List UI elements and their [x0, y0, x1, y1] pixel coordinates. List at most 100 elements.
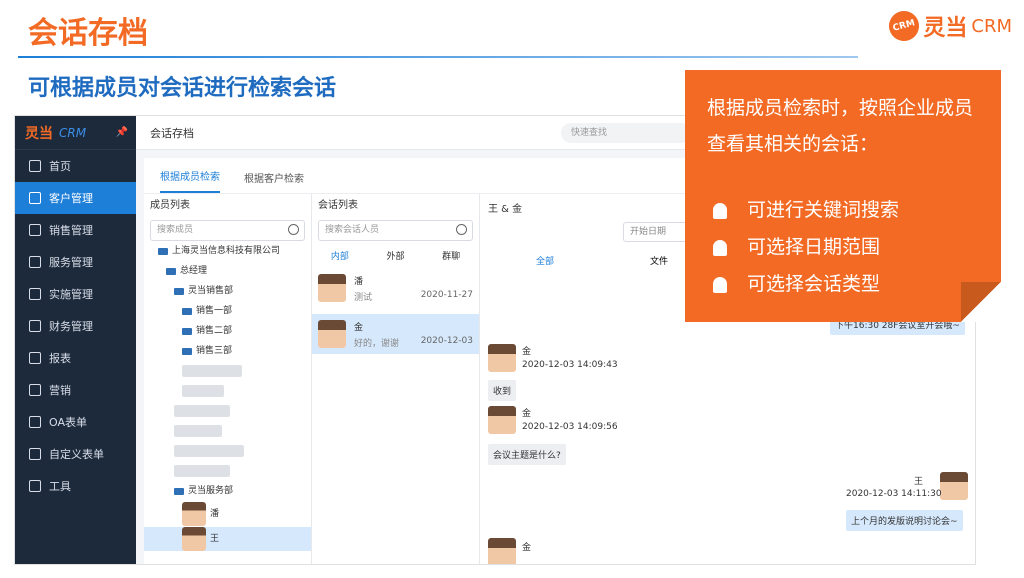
- message-sender: 金: [522, 409, 532, 419]
- document-icon: [29, 224, 41, 236]
- form-icon: [29, 416, 41, 428]
- tree-node-service-dept[interactable]: 灵当服务部: [144, 481, 311, 501]
- sidebar-item-custom-form[interactable]: 自定义表单: [15, 438, 136, 470]
- avatar: [940, 472, 968, 500]
- redacted-block: [182, 365, 242, 377]
- logo-text: 灵当: [923, 16, 968, 41]
- quick-search-input[interactable]: 快速查找: [561, 123, 691, 143]
- conversation-search-input[interactable]: 搜索会话人员: [318, 220, 473, 241]
- search-icon[interactable]: [288, 224, 299, 235]
- sidebar-item-customer[interactable]: 客户管理: [15, 182, 136, 214]
- sidebar-item-service[interactable]: 服务管理: [15, 246, 136, 278]
- tree-label: 销售二部: [196, 326, 233, 336]
- sidebar-item-finance[interactable]: 财务管理: [15, 310, 136, 342]
- sidebar-item-implement[interactable]: 实施管理: [15, 278, 136, 310]
- pin-icon[interactable]: 📌: [116, 127, 128, 138]
- avatar: [182, 502, 206, 526]
- service-icon: [29, 256, 41, 268]
- folder-icon: [158, 247, 168, 255]
- sidebar-item-tools[interactable]: 工具: [15, 470, 136, 502]
- filter-external[interactable]: 外部: [386, 249, 404, 262]
- marketing-icon: [29, 384, 41, 396]
- sidebar-item-label: 财务管理: [49, 320, 93, 333]
- filter-internal[interactable]: 内部: [331, 249, 349, 262]
- bell-icon: [713, 276, 727, 293]
- message-time: 2020-12-03 14:09:43: [522, 360, 618, 370]
- member-search-input[interactable]: 搜索成员: [150, 220, 305, 241]
- title-divider: [18, 56, 858, 58]
- message-sender: 王: [914, 477, 924, 487]
- sidebar-item-label: 首页: [49, 160, 71, 173]
- slide-title: 会话存档: [28, 16, 148, 51]
- conversation-list-header: 会话列表: [318, 200, 358, 211]
- member-name: 王: [210, 534, 220, 544]
- folder-icon: [182, 327, 192, 335]
- home-icon: [29, 160, 41, 172]
- tree-node-sales-dept[interactable]: 灵当销售部: [144, 281, 311, 301]
- conversation-date: 2020-12-03: [420, 336, 473, 346]
- redacted-block: [174, 445, 244, 457]
- conversation-list-panel: 会话列表 搜索会话人员 内部 外部 群聊 潘测试 2020-11-27 金好的，…: [312, 194, 480, 564]
- sidebar-item-report[interactable]: 报表: [15, 342, 136, 374]
- conversation-name: 潘: [354, 276, 364, 287]
- folder-icon: [182, 347, 192, 355]
- conversation-date: 2020-11-27: [420, 290, 473, 300]
- sidebar-item-label: 客户管理: [49, 192, 93, 205]
- tree-node-redacted[interactable]: [144, 461, 311, 481]
- implement-icon: [29, 288, 41, 300]
- callout-intro: 根据成员检索时，按照企业成员查看其相关的会话：: [707, 97, 974, 155]
- member-list-panel: 成员列表 搜索成员 上海灵当信息科技有限公司 总经理 灵当销售部 销售一部 销售…: [144, 194, 312, 564]
- tree-node-company[interactable]: 上海灵当信息科技有限公司: [144, 241, 311, 261]
- redacted-block: [174, 465, 230, 477]
- sidebar-item-home[interactable]: 首页: [15, 150, 136, 182]
- conversation-snippet: 好的，谢谢: [354, 338, 400, 349]
- tree-node-redacted[interactable]: [144, 401, 311, 421]
- tree-node-redacted[interactable]: [144, 421, 311, 441]
- report-icon: [29, 352, 41, 364]
- tree-member[interactable]: 潘: [144, 501, 311, 527]
- tree-node-gm[interactable]: 总经理: [144, 261, 311, 281]
- callout-point: 可进行关键词搜索: [707, 192, 979, 229]
- member-search-placeholder: 搜索成员: [157, 225, 194, 235]
- filter-group[interactable]: 群聊: [442, 249, 460, 262]
- conversation-search-placeholder: 搜索会话人员: [325, 225, 380, 235]
- callout-point: 可选择会话类型: [707, 266, 979, 303]
- slide-subtitle: 可根据成员对会话进行检索会话: [28, 76, 337, 101]
- chat-tab-all[interactable]: 全部: [536, 254, 554, 267]
- member-name: 潘: [210, 509, 220, 519]
- conversation-name: 金: [354, 322, 364, 333]
- sidebar-item-label: 实施管理: [49, 288, 93, 301]
- tree-member-selected[interactable]: 王: [144, 527, 311, 551]
- callout-point-text: 可选择会话类型: [747, 273, 881, 295]
- message-sender: 金: [522, 347, 532, 357]
- tree-node-redacted[interactable]: [144, 361, 311, 381]
- tree-node-sales-unit[interactable]: 销售三部: [144, 341, 311, 361]
- redacted-block: [174, 425, 222, 437]
- sidebar-item-oa-form[interactable]: OA表单: [15, 406, 136, 438]
- tree-node-redacted[interactable]: [144, 441, 311, 461]
- conversation-snippet: 测试: [354, 292, 373, 303]
- tree-label: 销售三部: [196, 346, 233, 356]
- logo-crm: CRM: [971, 15, 1012, 37]
- tree-label: 灵当销售部: [188, 286, 234, 296]
- conversation-item[interactable]: 潘测试 2020-11-27: [312, 268, 479, 308]
- start-date-input[interactable]: 开始日期: [623, 222, 693, 242]
- message-time: 2020-12-03 14:09:56: [522, 422, 618, 432]
- page-title: 会话存档: [150, 126, 194, 140]
- sidebar-item-sales[interactable]: 销售管理: [15, 214, 136, 246]
- tree-node-redacted[interactable]: [144, 381, 311, 401]
- logo-badge: CRM: [886, 7, 923, 45]
- tree-node-sales-unit[interactable]: 销售一部: [144, 301, 311, 321]
- folder-icon: [174, 287, 184, 295]
- sidebar-item-marketing[interactable]: 营销: [15, 374, 136, 406]
- conversation-item-selected[interactable]: 金好的，谢谢 2020-12-03: [312, 314, 479, 354]
- tree-node-sales-unit[interactable]: 销售二部: [144, 321, 311, 341]
- tab-by-member[interactable]: 根据成员检索: [160, 168, 220, 193]
- folder-icon: [166, 267, 176, 275]
- message-bubble: 收到: [488, 380, 517, 401]
- chat-tab-files[interactable]: 文件: [650, 254, 668, 267]
- member-list-header: 成员列表: [150, 200, 190, 211]
- search-icon[interactable]: [456, 224, 467, 235]
- tab-by-customer[interactable]: 根据客户检索: [244, 170, 304, 193]
- bell-icon: [713, 239, 727, 256]
